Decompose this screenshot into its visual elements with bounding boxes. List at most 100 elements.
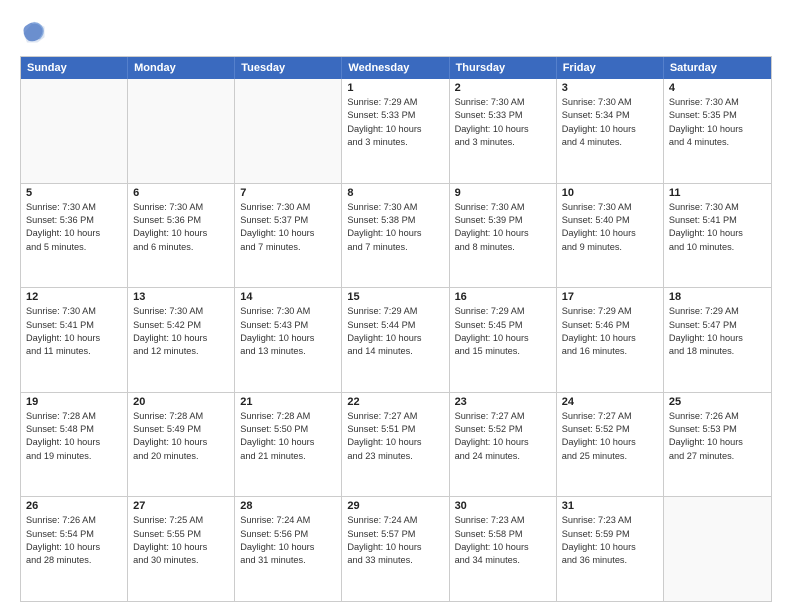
day-number: 3 [562,82,658,94]
calendar-empty-cell [235,79,342,183]
day-number: 21 [240,396,336,408]
calendar-day-cell: 3 Sunrise: 7:30 AM Sunset: 5:34 PM Daylig… [557,79,664,183]
weekday-header: Wednesday [342,57,449,79]
day-number: 15 [347,291,443,303]
calendar-day-cell: 13 Sunrise: 7:30 AM Sunset: 5:42 PM Dayli… [128,288,235,392]
day-info: Sunrise: 7:28 AM Sunset: 5:50 PM Dayligh… [240,410,336,463]
calendar: SundayMondayTuesdayWednesdayThursdayFrid… [20,56,772,602]
day-number: 7 [240,187,336,199]
day-info: Sunrise: 7:30 AM Sunset: 5:40 PM Dayligh… [562,201,658,254]
calendar-day-cell: 8 Sunrise: 7:30 AM Sunset: 5:38 PM Daylig… [342,184,449,288]
calendar-day-cell: 10 Sunrise: 7:30 AM Sunset: 5:40 PM Dayli… [557,184,664,288]
day-info: Sunrise: 7:23 AM Sunset: 5:59 PM Dayligh… [562,514,658,567]
day-info: Sunrise: 7:28 AM Sunset: 5:48 PM Dayligh… [26,410,122,463]
day-info: Sunrise: 7:27 AM Sunset: 5:52 PM Dayligh… [562,410,658,463]
calendar-day-cell: 31 Sunrise: 7:23 AM Sunset: 5:59 PM Dayli… [557,497,664,601]
day-number: 8 [347,187,443,199]
day-number: 20 [133,396,229,408]
day-number: 24 [562,396,658,408]
weekday-header: Friday [557,57,664,79]
calendar-day-cell: 28 Sunrise: 7:24 AM Sunset: 5:56 PM Dayli… [235,497,342,601]
day-info: Sunrise: 7:24 AM Sunset: 5:56 PM Dayligh… [240,514,336,567]
day-info: Sunrise: 7:27 AM Sunset: 5:51 PM Dayligh… [347,410,443,463]
day-number: 22 [347,396,443,408]
calendar-row: 5 Sunrise: 7:30 AM Sunset: 5:36 PM Daylig… [21,183,771,288]
day-number: 28 [240,500,336,512]
calendar-day-cell: 18 Sunrise: 7:29 AM Sunset: 5:47 PM Dayli… [664,288,771,392]
header [20,18,772,46]
logo [20,18,52,46]
day-info: Sunrise: 7:30 AM Sunset: 5:33 PM Dayligh… [455,96,551,149]
calendar-day-cell: 17Sunrise: 7:29 AM Sunset: 5:46 PM Dayli… [557,288,664,392]
calendar-day-cell: 16Sunrise: 7:29 AM Sunset: 5:45 PM Dayli… [450,288,557,392]
day-number: 16 [455,291,551,303]
day-info: Sunrise: 7:30 AM Sunset: 5:38 PM Dayligh… [347,201,443,254]
day-number: 13 [133,291,229,303]
calendar-day-cell: 14Sunrise: 7:30 AM Sunset: 5:43 PM Dayli… [235,288,342,392]
day-number: 18 [669,291,766,303]
day-info: Sunrise: 7:30 AM Sunset: 5:41 PM Dayligh… [26,305,122,358]
calendar-body: 1 Sunrise: 7:29 AM Sunset: 5:33 PM Daylig… [21,79,771,601]
day-number: 2 [455,82,551,94]
day-number: 25 [669,396,766,408]
day-number: 31 [562,500,658,512]
calendar-day-cell: 21 Sunrise: 7:28 AM Sunset: 5:50 PM Dayli… [235,393,342,497]
day-number: 5 [26,187,122,199]
day-info: Sunrise: 7:29 AM Sunset: 5:44 PM Dayligh… [347,305,443,358]
weekday-header: Saturday [664,57,771,79]
weekday-header: Sunday [21,57,128,79]
weekday-header: Tuesday [235,57,342,79]
day-number: 10 [562,187,658,199]
calendar-day-cell: 25Sunrise: 7:26 AM Sunset: 5:53 PM Dayli… [664,393,771,497]
day-info: Sunrise: 7:28 AM Sunset: 5:49 PM Dayligh… [133,410,229,463]
calendar-day-cell: 20 Sunrise: 7:28 AM Sunset: 5:49 PM Dayli… [128,393,235,497]
day-info: Sunrise: 7:30 AM Sunset: 5:36 PM Dayligh… [133,201,229,254]
calendar-row: 12 Sunrise: 7:30 AM Sunset: 5:41 PM Dayli… [21,287,771,392]
day-number: 1 [347,82,443,94]
day-number: 11 [669,187,766,199]
day-info: Sunrise: 7:29 AM Sunset: 5:46 PM Dayligh… [562,305,658,358]
day-info: Sunrise: 7:29 AM Sunset: 5:47 PM Dayligh… [669,305,766,358]
calendar-day-cell: 12 Sunrise: 7:30 AM Sunset: 5:41 PM Dayli… [21,288,128,392]
calendar-day-cell: 19 Sunrise: 7:28 AM Sunset: 5:48 PM Dayli… [21,393,128,497]
day-number: 30 [455,500,551,512]
day-info: Sunrise: 7:24 AM Sunset: 5:57 PM Dayligh… [347,514,443,567]
calendar-day-cell: 5 Sunrise: 7:30 AM Sunset: 5:36 PM Daylig… [21,184,128,288]
day-info: Sunrise: 7:30 AM Sunset: 5:37 PM Dayligh… [240,201,336,254]
calendar-day-cell: 4 Sunrise: 7:30 AM Sunset: 5:35 PM Daylig… [664,79,771,183]
calendar-day-cell: 11 Sunrise: 7:30 AM Sunset: 5:41 PM Dayli… [664,184,771,288]
calendar-day-cell: 6 Sunrise: 7:30 AM Sunset: 5:36 PM Daylig… [128,184,235,288]
day-number: 12 [26,291,122,303]
day-info: Sunrise: 7:26 AM Sunset: 5:54 PM Dayligh… [26,514,122,567]
day-number: 9 [455,187,551,199]
weekday-header: Thursday [450,57,557,79]
page: SundayMondayTuesdayWednesdayThursdayFrid… [0,0,792,612]
day-number: 6 [133,187,229,199]
calendar-row: 26Sunrise: 7:26 AM Sunset: 5:54 PM Dayli… [21,496,771,601]
day-number: 27 [133,500,229,512]
calendar-header: SundayMondayTuesdayWednesdayThursdayFrid… [21,57,771,79]
day-number: 19 [26,396,122,408]
logo-icon [20,18,48,46]
calendar-day-cell: 30Sunrise: 7:23 AM Sunset: 5:58 PM Dayli… [450,497,557,601]
calendar-day-cell: 23Sunrise: 7:27 AM Sunset: 5:52 PM Dayli… [450,393,557,497]
calendar-day-cell: 1 Sunrise: 7:29 AM Sunset: 5:33 PM Daylig… [342,79,449,183]
day-number: 14 [240,291,336,303]
calendar-day-cell: 15 Sunrise: 7:29 AM Sunset: 5:44 PM Dayli… [342,288,449,392]
day-info: Sunrise: 7:27 AM Sunset: 5:52 PM Dayligh… [455,410,551,463]
calendar-day-cell: 27 Sunrise: 7:25 AM Sunset: 5:55 PM Dayli… [128,497,235,601]
day-info: Sunrise: 7:30 AM Sunset: 5:42 PM Dayligh… [133,305,229,358]
weekday-header: Monday [128,57,235,79]
day-info: Sunrise: 7:30 AM Sunset: 5:41 PM Dayligh… [669,201,766,254]
calendar-day-cell: 29Sunrise: 7:24 AM Sunset: 5:57 PM Dayli… [342,497,449,601]
day-info: Sunrise: 7:30 AM Sunset: 5:34 PM Dayligh… [562,96,658,149]
day-info: Sunrise: 7:30 AM Sunset: 5:36 PM Dayligh… [26,201,122,254]
day-info: Sunrise: 7:30 AM Sunset: 5:35 PM Dayligh… [669,96,766,149]
calendar-day-cell: 9Sunrise: 7:30 AM Sunset: 5:39 PM Daylig… [450,184,557,288]
calendar-empty-cell [21,79,128,183]
day-number: 4 [669,82,766,94]
calendar-empty-cell [664,497,771,601]
day-info: Sunrise: 7:25 AM Sunset: 5:55 PM Dayligh… [133,514,229,567]
day-info: Sunrise: 7:29 AM Sunset: 5:33 PM Dayligh… [347,96,443,149]
calendar-day-cell: 2 Sunrise: 7:30 AM Sunset: 5:33 PM Daylig… [450,79,557,183]
